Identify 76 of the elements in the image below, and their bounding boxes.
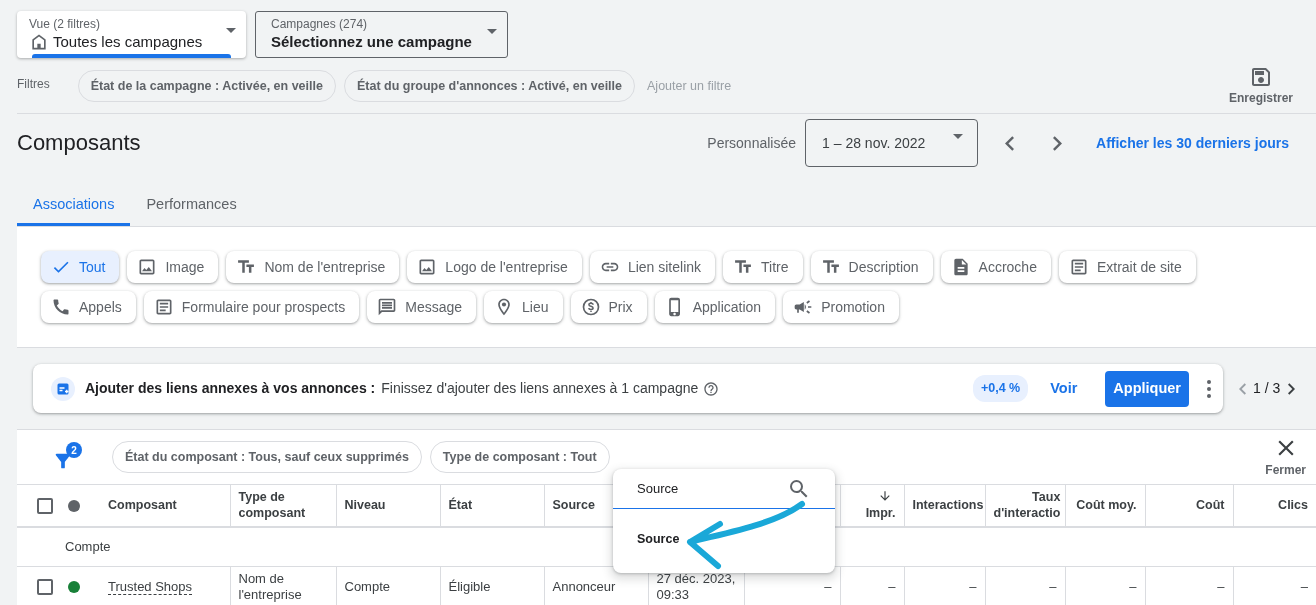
home-icon bbox=[29, 32, 49, 52]
asset-type-chip[interactable]: Application bbox=[654, 291, 776, 323]
asset-type-chip[interactable]: Message bbox=[367, 291, 477, 323]
more-vertical-icon bbox=[1207, 379, 1211, 398]
table-cell: – bbox=[888, 578, 896, 594]
filter-count-badge: 2 bbox=[66, 442, 82, 458]
column-header[interactable]: Source bbox=[552, 497, 595, 514]
image-icon bbox=[417, 257, 438, 277]
chevron-right-icon bbox=[1287, 382, 1295, 395]
phone-icon bbox=[51, 297, 71, 317]
filters-label: Filtres bbox=[17, 76, 50, 93]
table-cell: Nom de l'entreprise bbox=[238, 570, 302, 602]
asset-type-chip[interactable]: Description bbox=[810, 251, 933, 283]
asset-type-chip[interactable]: Promotion bbox=[783, 291, 899, 323]
more-button[interactable] bbox=[1207, 379, 1211, 398]
asset-type-chip[interactable]: Lieu bbox=[484, 291, 563, 323]
asset-type-chip[interactable]: Logo de l'entreprise bbox=[407, 251, 582, 283]
tab[interactable]: Performances bbox=[130, 186, 253, 226]
date-range-dropdown[interactable]: 1 – 28 nov. 2022 bbox=[805, 119, 979, 167]
page-indicator: 1 / 3 bbox=[1253, 379, 1281, 398]
asset-type-chip[interactable]: Prix bbox=[570, 291, 647, 323]
score-badge: +0,4 % bbox=[972, 375, 1029, 402]
table-cell: – bbox=[824, 578, 832, 594]
asset-type-chip[interactable]: Appels bbox=[41, 291, 136, 323]
date-range-label: Personnalisée bbox=[707, 133, 797, 153]
asset-type-chip[interactable]: Lien sitelink bbox=[589, 251, 716, 283]
asset-type-chip[interactable]: Nom de l'entreprise bbox=[226, 251, 400, 283]
caret-icon bbox=[487, 29, 497, 34]
help-icon bbox=[703, 380, 720, 397]
caret-icon bbox=[953, 134, 964, 139]
filter-button[interactable]: 2 bbox=[52, 442, 82, 472]
dropdown-option[interactable]: Source bbox=[613, 509, 704, 570]
asset-type-chip[interactable]: Accroche bbox=[940, 251, 1051, 283]
asset-type-chip[interactable]: Extrait de site bbox=[1058, 251, 1196, 283]
recommendation-text: Finissez d'ajouter des liens annexes à 1 campagne bbox=[381, 379, 699, 398]
column-header[interactable]: État bbox=[448, 497, 473, 514]
checkbox[interactable] bbox=[37, 497, 53, 514]
table-cell: 27 déc. 2023, 09:33 bbox=[656, 570, 736, 602]
group-label: Compte bbox=[65, 538, 111, 554]
apply-button[interactable]: Appliquer bbox=[1105, 370, 1189, 407]
add-to-list-icon bbox=[51, 376, 75, 401]
last-30-days-link[interactable]: Afficher les 30 derniers jours bbox=[1096, 132, 1289, 154]
column-header[interactable]: Composant bbox=[108, 497, 177, 514]
asset-type-chip[interactable]: Formulaire pour prospects bbox=[143, 291, 360, 323]
close-button[interactable]: Fermer bbox=[1265, 435, 1306, 479]
chevron-right-icon bbox=[1052, 135, 1062, 151]
save-button[interactable]: Enregistrer bbox=[1228, 65, 1293, 107]
table-cell: Annonceur bbox=[552, 578, 616, 594]
caret-icon bbox=[226, 28, 236, 33]
view-dropdown[interactable]: Vue (2 filtres) Toutes les campagnes bbox=[17, 11, 246, 58]
asset-type-chip[interactable]: Titre bbox=[723, 251, 803, 283]
table-cell: Compte bbox=[344, 578, 391, 594]
recommendation-title: Ajouter des liens annexes à vos annonces : bbox=[85, 379, 376, 398]
image-icon bbox=[137, 257, 158, 277]
page-title: Composants bbox=[17, 129, 141, 157]
component-link[interactable]: Trusted Shops bbox=[108, 578, 193, 595]
table-cell: – bbox=[1217, 578, 1225, 594]
table-cell: – bbox=[1049, 578, 1057, 594]
campaign-dropdown[interactable]: Campagnes (274) Sélectionnez une campagne bbox=[255, 11, 508, 58]
table-cell: – bbox=[969, 578, 977, 594]
status-dot-icon bbox=[68, 499, 80, 512]
chevron-left-icon bbox=[1238, 382, 1246, 395]
column-header[interactable]: Niveau bbox=[344, 497, 386, 514]
asset-type-chip[interactable]: Tout bbox=[41, 251, 120, 283]
table-cell: – bbox=[1300, 578, 1308, 594]
view-link[interactable]: Voir bbox=[1050, 377, 1078, 400]
chevron-left-icon bbox=[1004, 135, 1014, 151]
dollar-icon bbox=[580, 297, 601, 317]
save-icon bbox=[1249, 65, 1273, 89]
checkbox[interactable] bbox=[37, 578, 53, 595]
column-header[interactable]: Coût bbox=[1196, 497, 1225, 514]
chat-icon bbox=[377, 297, 398, 317]
table-cell: Éligible bbox=[448, 578, 491, 594]
column-header[interactable]: Clics bbox=[1278, 497, 1308, 514]
asset-type-chip[interactable]: Image bbox=[127, 251, 219, 283]
table-cell: – bbox=[1129, 578, 1137, 594]
